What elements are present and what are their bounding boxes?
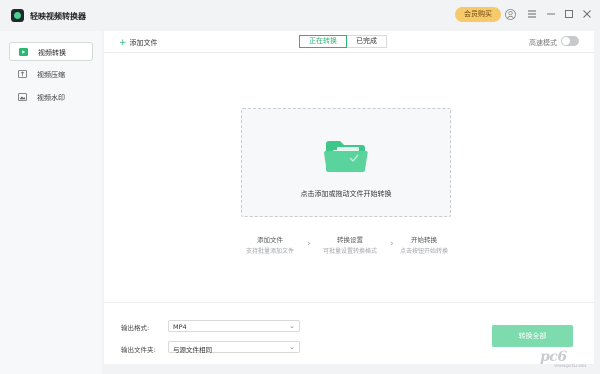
- output-folder-select[interactable]: 与源文件相同 ⌄: [168, 341, 300, 354]
- chevron-right-icon: ›: [307, 239, 311, 249]
- step-title: 添加文件: [257, 236, 283, 244]
- title-bar: 轻映视频转换器 会员购买: [0, 0, 600, 31]
- step-title: 开始转换: [411, 236, 437, 244]
- sidebar-item-label: 视频水印: [37, 94, 65, 102]
- chevron-down-icon: ⌄: [289, 322, 295, 330]
- folder-icon: [324, 141, 368, 172]
- menu-icon[interactable]: [527, 9, 537, 19]
- tab-completed[interactable]: 已完成: [347, 35, 387, 48]
- tab-converting[interactable]: 正在转换: [299, 35, 347, 48]
- app-logo-icon: [11, 9, 24, 22]
- vip-purchase-button[interactable]: 会员购买: [455, 7, 501, 22]
- watermark-url: www.pc6.com: [554, 363, 587, 369]
- maximize-icon[interactable]: [564, 9, 574, 19]
- chevron-down-icon: ⌄: [289, 343, 295, 351]
- steps-guide: 添加文件 支持批量添加文件 › 转换设置 可批量设置转换格式 › 开始转换 点击…: [104, 234, 594, 258]
- step-add-file: 添加文件 支持批量添加文件: [237, 234, 303, 255]
- sidebar-item-video-watermark[interactable]: 视频水印: [9, 88, 93, 107]
- fast-mode-label: 高速模式: [529, 39, 557, 47]
- step-convert-settings: 转换设置 可批量设置转换格式: [313, 234, 387, 255]
- user-icon[interactable]: [505, 9, 516, 20]
- toolbar: + 添加文件 正在转换 已完成 高速模式: [104, 31, 594, 53]
- sidebar: 视频转换 视频压缩 视频水印: [0, 31, 102, 374]
- close-icon[interactable]: [582, 9, 592, 19]
- step-subtitle: 点击按钮开始转换: [399, 248, 448, 255]
- sidebar-item-label: 视频转换: [38, 49, 66, 57]
- main-panel: + 添加文件 正在转换 已完成 高速模式 点击添加或拖动文件开始转换 添加文件 支…: [104, 31, 594, 364]
- output-folder-label: 输出文件夹:: [121, 346, 156, 354]
- output-format-label: 输出格式:: [121, 324, 150, 332]
- step-subtitle: 支持批量添加文件: [245, 248, 294, 255]
- add-file-button[interactable]: + 添加文件: [119, 38, 158, 48]
- app-title: 轻映视频转换器: [30, 12, 86, 21]
- dropzone-text: 点击添加或拖动文件开始转换: [300, 190, 392, 198]
- plus-icon: +: [119, 38, 127, 48]
- output-settings: 输出格式: MP4 ⌄ 输出文件夹: 与源文件相同 ⌄ 转换全部: [104, 302, 594, 364]
- minimize-icon[interactable]: [546, 9, 556, 19]
- sidebar-item-video-convert[interactable]: 视频转换: [9, 42, 93, 61]
- toggle-knob: [562, 37, 570, 45]
- step-subtitle: 可批量设置转换格式: [322, 248, 377, 255]
- video-compress-icon: [18, 70, 27, 78]
- video-watermark-icon: [18, 93, 27, 101]
- file-dropzone[interactable]: 点击添加或拖动文件开始转换: [241, 108, 451, 217]
- tab-group: 正在转换 已完成: [299, 35, 387, 48]
- fast-mode-toggle[interactable]: [561, 36, 579, 46]
- video-convert-icon: [19, 48, 28, 56]
- output-folder-value: 与源文件相同: [173, 346, 212, 354]
- step-title: 转换设置: [337, 236, 363, 244]
- sidebar-item-video-compress[interactable]: 视频压缩: [9, 65, 93, 84]
- sidebar-item-label: 视频压缩: [37, 71, 65, 79]
- output-format-value: MP4: [173, 323, 187, 331]
- output-format-select[interactable]: MP4 ⌄: [168, 320, 300, 332]
- step-start-convert: 开始转换 点击按钮开始转换: [390, 234, 458, 255]
- add-file-label: 添加文件: [129, 39, 158, 47]
- convert-all-button[interactable]: 转换全部: [492, 325, 573, 347]
- site-watermark: pc6 www.pc6.com: [540, 349, 587, 369]
